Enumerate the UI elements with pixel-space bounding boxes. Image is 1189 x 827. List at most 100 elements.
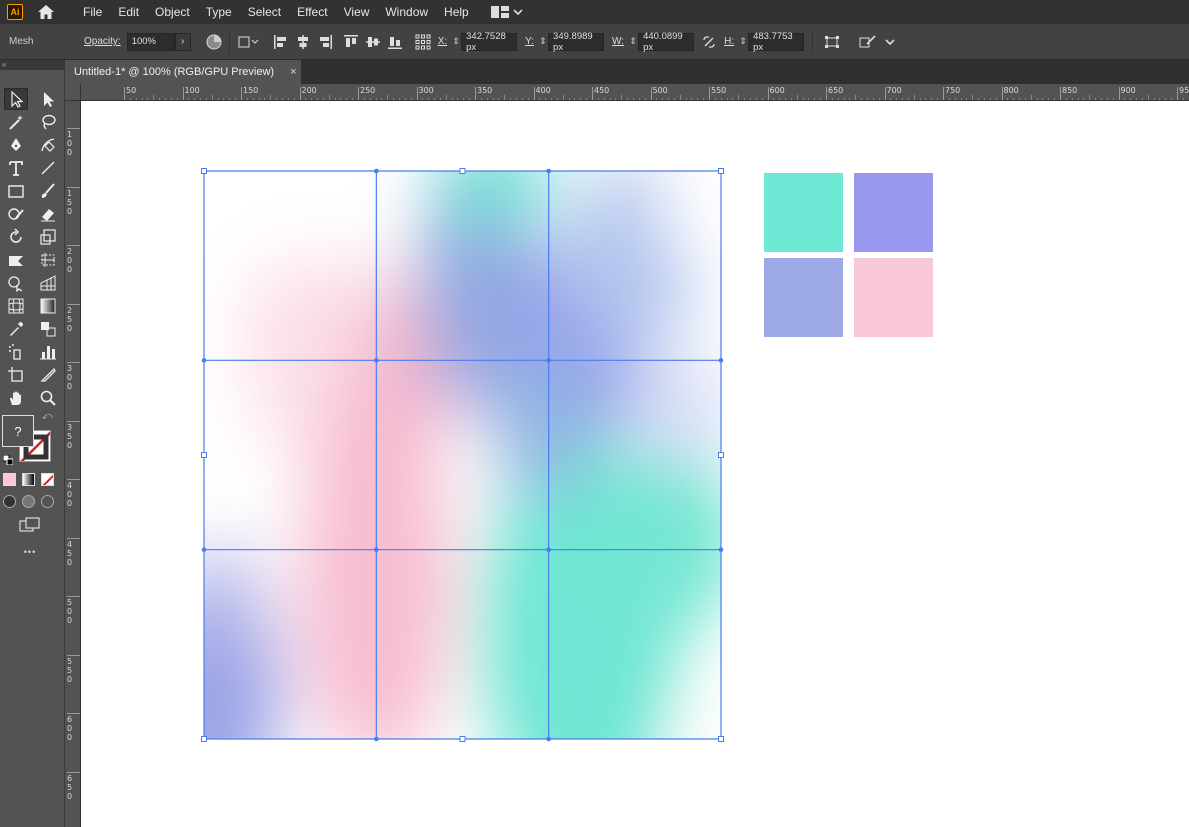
bounding-box-handle[interactable]: [201, 736, 207, 742]
magic-wand-tool-icon[interactable]: [4, 111, 28, 133]
bounding-box-handle[interactable]: [459, 168, 466, 174]
draw-normal-icon[interactable]: [3, 495, 16, 508]
bounding-box-handle[interactable]: [459, 736, 466, 742]
mesh-point[interactable]: [546, 547, 551, 552]
bounding-box-handle[interactable]: [201, 452, 207, 458]
direct-selection-tool-icon[interactable]: [36, 88, 60, 110]
transform-icon[interactable]: [821, 31, 843, 53]
mesh-point[interactable]: [374, 736, 379, 742]
gradient-tool-icon[interactable]: [36, 295, 60, 317]
bounding-box-handle[interactable]: [718, 168, 724, 174]
bounding-box-handle[interactable]: [718, 736, 724, 742]
zoom-tool-icon[interactable]: [36, 387, 60, 409]
lasso-tool-icon[interactable]: [36, 111, 60, 133]
free-transform-tool-icon[interactable]: [36, 249, 60, 271]
y-input[interactable]: 349.8989 px: [548, 31, 605, 53]
transform-reference-icon[interactable]: [234, 31, 264, 53]
draw-behind-icon[interactable]: [22, 495, 35, 508]
document-tab[interactable]: Untitled-1* @ 100% (RGB/GPU Preview) ×: [65, 60, 301, 84]
x-input[interactable]: 342.7528 px: [461, 31, 518, 53]
align-bottom-icon[interactable]: [384, 31, 406, 53]
y-stepper-icon[interactable]: ⇕: [538, 33, 548, 51]
swatch-lavender[interactable]: [854, 173, 933, 252]
mesh-point[interactable]: [201, 358, 207, 363]
x-stepper-icon[interactable]: ⇕: [451, 33, 461, 51]
opacity-expand-button[interactable]: ›: [174, 32, 191, 51]
mesh-point[interactable]: [201, 547, 207, 552]
swatch-mint[interactable]: [764, 173, 843, 252]
opacity-input[interactable]: 100%: [126, 32, 175, 51]
mesh-point[interactable]: [374, 168, 379, 174]
fill-swatch[interactable]: ?: [2, 415, 34, 447]
curvature-tool-icon[interactable]: [36, 134, 60, 156]
align-middle-icon[interactable]: [362, 31, 384, 53]
menu-type[interactable]: Type: [198, 0, 240, 24]
column-graph-tool-icon[interactable]: [36, 341, 60, 363]
line-segment-tool-icon[interactable]: [36, 157, 60, 179]
align-left-icon[interactable]: [270, 31, 292, 53]
blend-tool-icon[interactable]: [36, 318, 60, 340]
align-top-icon[interactable]: [340, 31, 362, 53]
screen-mode-icon[interactable]: [19, 517, 41, 533]
menu-window[interactable]: Window: [377, 0, 436, 24]
align-center-icon[interactable]: [292, 31, 314, 53]
gradient-mode-button[interactable]: [22, 473, 35, 486]
swap-fill-stroke-icon[interactable]: ⤺: [42, 411, 54, 423]
mesh-point[interactable]: [546, 736, 551, 742]
mesh-point[interactable]: [374, 547, 379, 552]
toolbar-collapse-handle[interactable]: «: [0, 60, 65, 70]
default-fill-stroke-icon[interactable]: [2, 452, 14, 466]
menu-select[interactable]: Select: [240, 0, 289, 24]
type-tool-icon[interactable]: [4, 157, 28, 179]
shape-builder-tool-icon[interactable]: [4, 272, 28, 294]
bounding-box-handle[interactable]: [201, 168, 207, 174]
edit-toolbar-icon[interactable]: •••: [19, 547, 41, 557]
artboard-tool-icon[interactable]: [4, 364, 28, 386]
menu-object[interactable]: Object: [147, 0, 198, 24]
h-input[interactable]: 483.7753 px: [748, 31, 805, 53]
paintbrush-tool-icon[interactable]: [36, 180, 60, 202]
ruler-origin[interactable]: [65, 84, 81, 101]
align-right-icon[interactable]: [314, 31, 336, 53]
w-stepper-icon[interactable]: ⇕: [628, 33, 638, 51]
gradient-mesh-object[interactable]: [81, 101, 1189, 827]
scale-tool-icon[interactable]: [36, 226, 60, 248]
swatch-pink[interactable]: [854, 258, 933, 337]
hand-tool-icon[interactable]: [4, 387, 28, 409]
menu-file[interactable]: File: [75, 0, 110, 24]
rectangle-tool-icon[interactable]: [4, 180, 28, 202]
mesh-point[interactable]: [718, 358, 724, 363]
workspace-switcher[interactable]: [490, 6, 523, 18]
swatch-periwinkle[interactable]: [764, 258, 843, 337]
shaper-tool-icon[interactable]: [4, 203, 28, 225]
pen-tool-icon[interactable]: [4, 134, 28, 156]
w-input[interactable]: 440.0899 px: [638, 31, 695, 53]
width-tool-icon[interactable]: [4, 249, 28, 271]
perspective-grid-tool-icon[interactable]: [36, 272, 60, 294]
none-mode-button[interactable]: [41, 473, 54, 486]
chevron-down-icon[interactable]: [879, 31, 901, 53]
menu-view[interactable]: View: [336, 0, 378, 24]
eraser-tool-icon[interactable]: [36, 203, 60, 225]
menu-effect[interactable]: Effect: [289, 0, 335, 24]
menu-help[interactable]: Help: [436, 0, 477, 24]
bounding-box-handle[interactable]: [718, 452, 724, 458]
mesh-tool-icon[interactable]: [4, 295, 28, 317]
vertical-ruler[interactable]: 100 150 200 250 300 350 400 450 500 550 600 650: [65, 101, 81, 827]
mesh-point[interactable]: [546, 358, 551, 363]
color-mode-button[interactable]: [3, 473, 16, 486]
rotate-tool-icon[interactable]: [4, 226, 28, 248]
selection-tool-icon[interactable]: [4, 88, 28, 110]
symbol-sprayer-tool-icon[interactable]: [4, 341, 28, 363]
menu-edit[interactable]: Edit: [110, 0, 147, 24]
h-stepper-icon[interactable]: ⇕: [738, 33, 748, 51]
constrain-proportions-icon[interactable]: [698, 31, 720, 53]
close-icon[interactable]: ×: [290, 66, 296, 78]
home-icon[interactable]: [37, 4, 55, 20]
mesh-point[interactable]: [718, 547, 724, 552]
mesh-point[interactable]: [546, 168, 551, 174]
mesh-point[interactable]: [374, 358, 379, 363]
panel-options-icon[interactable]: [857, 31, 879, 53]
horizontal-ruler[interactable]: 50 100 150 200 250 300 350 400 450 500 550 600 650 70…: [81, 84, 1189, 101]
slice-tool-icon[interactable]: [36, 364, 60, 386]
